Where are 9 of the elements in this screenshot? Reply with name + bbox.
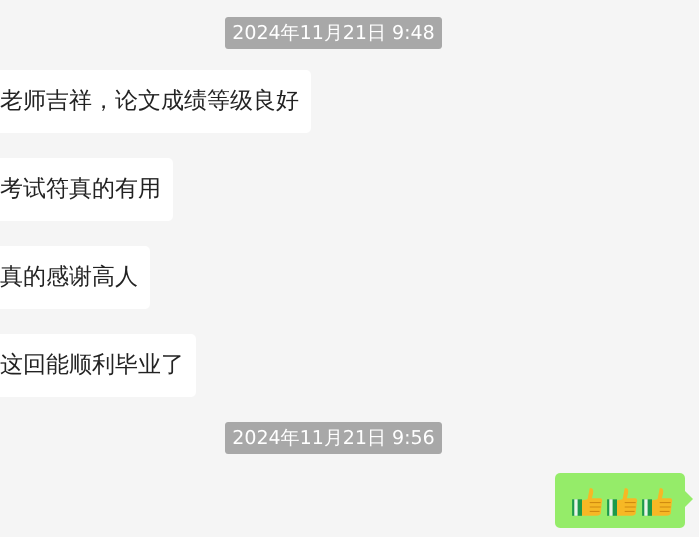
thumbs-up-icon [606, 485, 639, 518]
message-bubble: 老师吉祥，论文成绩等级良好 [0, 70, 311, 133]
timestamp: 2024年11月21日 9:48 [225, 17, 442, 49]
message-bubble: 考试符真的有用 [0, 158, 173, 221]
timestamp: 2024年11月21日 9:56 [225, 422, 442, 454]
message-bubble: 真的感谢高人 [0, 246, 150, 309]
thumbs-up-icon [641, 485, 674, 518]
thumbs-up-icon [571, 485, 604, 518]
message-bubble: 这回能顺利毕业了 [0, 334, 196, 397]
